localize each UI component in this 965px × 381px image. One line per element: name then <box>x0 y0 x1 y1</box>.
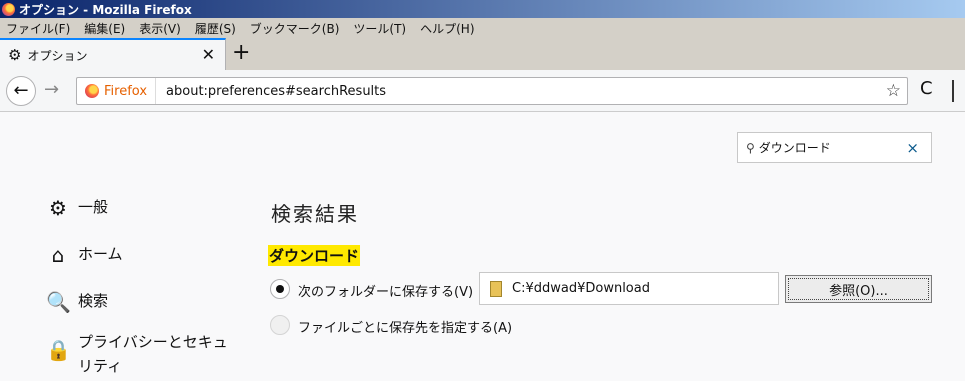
identity-box[interactable]: Firefox <box>77 78 157 104</box>
menu-bookmarks[interactable]: ブックマーク(B) <box>250 20 340 37</box>
sidebar-item-label: 一般 <box>78 198 109 216</box>
firefox-logo-icon <box>2 2 15 16</box>
sidebar-item-label: ホーム <box>78 245 123 263</box>
back-button[interactable]: ← <box>6 76 36 106</box>
sidebar-item-label: 検索 <box>78 292 109 310</box>
new-tab-button[interactable]: + <box>232 40 250 66</box>
download-folder-field: C:¥ddwad¥Download <box>479 272 779 305</box>
page-title: 検索結果 <box>271 202 359 226</box>
browse-button[interactable]: 参照(O)... <box>785 275 932 303</box>
gear-icon: ⚙ <box>49 196 67 220</box>
tab-options[interactable]: ⚙ オプション ✕ <box>0 38 226 70</box>
url-text[interactable]: about:preferences#searchResults <box>156 84 386 99</box>
sidebar-item-privacy[interactable]: 🔒 プライバシーとセキュリティ <box>46 330 236 378</box>
reload-button[interactable]: C <box>920 78 933 99</box>
nav-bar: ← → Firefox about:preferences#searchResu… <box>0 70 965 112</box>
radio-always-ask[interactable] <box>270 315 290 335</box>
folder-path: C:¥ddwad¥Download <box>512 281 650 296</box>
star-icon[interactable]: ☆ <box>886 81 901 101</box>
window-title: オプション - Mozilla Firefox <box>19 2 192 17</box>
toolbar-overflow-edge[interactable] <box>952 80 965 102</box>
menu-edit[interactable]: 編集(E) <box>84 20 125 37</box>
identity-label: Firefox <box>104 83 148 99</box>
firefox-icon <box>85 84 99 98</box>
menu-help[interactable]: ヘルプ(H) <box>420 20 474 37</box>
sidebar-item-general[interactable]: ⚙ 一般 <box>46 196 108 220</box>
lock-icon: 🔒 <box>46 338 71 362</box>
folder-icon <box>490 280 502 297</box>
sidebar-item-label: プライバシーとセキュリティ <box>78 333 228 375</box>
close-icon[interactable]: ✕ <box>202 45 215 64</box>
window-titlebar: オプション - Mozilla Firefox <box>0 0 965 18</box>
url-bar[interactable]: Firefox about:preferences#searchResults … <box>76 77 908 105</box>
forward-button[interactable]: → <box>44 79 59 100</box>
section-heading-downloads: ダウンロード <box>268 245 361 266</box>
menu-view[interactable]: 表示(V) <box>139 20 181 37</box>
home-icon: ⌂ <box>51 243 65 267</box>
sidebar-item-home[interactable]: ⌂ ホーム <box>46 243 123 267</box>
radio-save-to-folder[interactable] <box>270 279 290 299</box>
menu-bar: ファイル(F) 編集(E) 表示(V) 履歴(S) ブックマーク(B) ツール(… <box>0 18 965 38</box>
tab-title: オプション <box>27 48 88 63</box>
sidebar-item-search[interactable]: 🔍 検索 <box>46 290 108 314</box>
search-value: ダウンロード <box>758 141 831 155</box>
radio-always-ask-label[interactable]: ファイルごとに保存先を指定する(A) <box>298 317 512 336</box>
search-input[interactable]: ⚲ ダウンロード × <box>737 132 932 163</box>
clear-search-icon[interactable]: × <box>906 139 919 157</box>
menu-tools[interactable]: ツール(T) <box>353 20 406 37</box>
search-icon: ⚲ <box>746 140 755 155</box>
search-icon: 🔍 <box>46 290 71 314</box>
preferences-content: ⚲ ダウンロード × ⚙ 一般 ⌂ ホーム 🔍 検索 🔒 プライバシーとセキュリ… <box>0 112 965 381</box>
menu-file[interactable]: ファイル(F) <box>6 20 70 37</box>
tab-strip: ⚙ オプション ✕ + <box>0 38 965 70</box>
radio-save-to-folder-label[interactable]: 次のフォルダーに保存する(V) <box>298 281 473 300</box>
menu-history[interactable]: 履歴(S) <box>195 20 236 37</box>
gear-icon: ⚙ <box>8 46 22 64</box>
